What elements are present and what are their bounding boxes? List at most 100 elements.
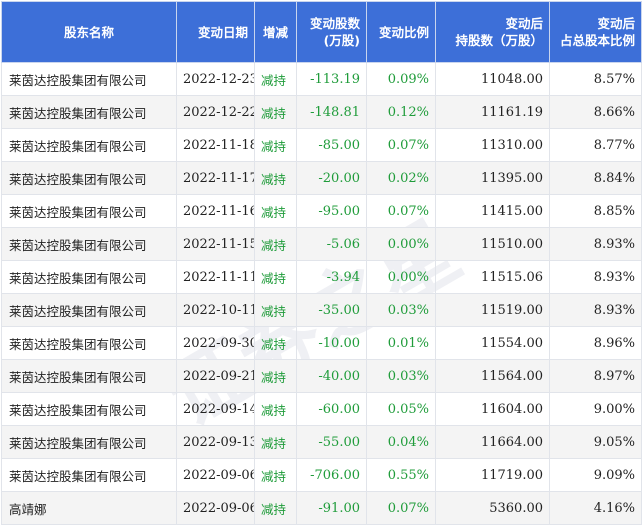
cell-ratio-after: 8.93% [549,260,642,294]
cell-change-shares: -113.19 [296,62,367,96]
cell-change-shares: -20.00 [296,161,367,195]
cell-change-date: 2022-09-30 [176,326,255,360]
cell-change-ratio: 0.12% [366,95,436,129]
cell-change-shares: -55.00 [296,425,367,459]
cell-shareholder-name: 莱茵达控股集团有限公司 [1,425,177,459]
cell-shares-after: 11415.00 [435,194,550,228]
cell-change-ratio: 0.03% [366,359,436,393]
cell-ratio-after: 8.93% [549,293,642,327]
table-row: 莱茵达控股集团有限公司 2022-09-06 减持 -706.00 0.55% 11719… [1,458,642,492]
cell-shares-after: 11664.00 [435,425,550,459]
cell-shareholder-name: 莱茵达控股集团有限公司 [1,227,177,261]
cell-change-ratio: 0.09% [366,62,436,96]
cell-change-date: 2022-12-23 [176,62,255,96]
cell-direction: 减持 [254,326,297,360]
cell-shares-after: 11310.00 [435,128,550,162]
cell-ratio-after: 8.85% [549,194,642,228]
cell-change-date: 2022-11-18 [176,128,255,162]
cell-shares-after: 11554.00 [435,326,550,360]
cell-shares-after: 11515.06 [435,260,550,294]
cell-ratio-after: 9.00% [549,392,642,426]
table-row: 莱茵达控股集团有限公司 2022-09-14 减持 -60.00 0.05% 11604.… [1,392,642,426]
table-row: 莱茵达控股集团有限公司 2022-09-30 减持 -10.00 0.01% 11554.… [1,326,642,360]
cell-direction: 减持 [254,161,297,195]
header-change-ratio: 变动比例 [366,1,436,63]
cell-change-date: 2022-09-06 [176,458,255,492]
cell-direction: 减持 [254,425,297,459]
cell-change-shares: -40.00 [296,359,367,393]
table-row: 莱茵达控股集团有限公司 2022-11-15 减持 -5.06 0.00% 11510.0… [1,227,642,261]
table-row: 莱茵达控股集团有限公司 2022-11-18 减持 -85.00 0.07% 11310.… [1,128,642,162]
cell-ratio-after: 9.09% [549,458,642,492]
cell-change-date: 2022-09-14 [176,392,255,426]
cell-direction: 减持 [254,359,297,393]
table-row: 莱茵达控股集团有限公司 2022-12-22 减持 -148.81 0.12% 11161… [1,95,642,129]
cell-change-shares: -5.06 [296,227,367,261]
cell-ratio-after: 8.84% [549,161,642,195]
cell-change-date: 2022-09-21 [176,359,255,393]
cell-change-shares: -706.00 [296,458,367,492]
cell-change-shares: -60.00 [296,392,367,426]
cell-shareholder-name: 莱茵达控股集团有限公司 [1,62,177,96]
cell-shareholder-name: 莱茵达控股集团有限公司 [1,458,177,492]
cell-shares-after: 11510.00 [435,227,550,261]
cell-shares-after: 11519.00 [435,293,550,327]
cell-direction: 减持 [254,95,297,129]
table-row: 莱茵达控股集团有限公司 2022-09-21 减持 -40.00 0.03% 11564.… [1,359,642,393]
table-row: 莱茵达控股集团有限公司 2022-11-17 减持 -20.00 0.02% 11395.… [1,161,642,195]
cell-change-ratio: 0.02% [366,161,436,195]
cell-direction: 减持 [254,458,297,492]
cell-shareholder-name: 莱茵达控股集团有限公司 [1,326,177,360]
cell-change-ratio: 0.07% [366,128,436,162]
cell-ratio-after: 8.77% [549,128,642,162]
cell-change-ratio: 0.03% [366,293,436,327]
cell-ratio-after: 8.66% [549,95,642,129]
cell-change-ratio: 0.00% [366,227,436,261]
cell-change-date: 2022-11-16 [176,194,255,228]
cell-change-ratio: 0.07% [366,491,436,525]
header-direction: 增减 [254,1,297,63]
cell-shareholder-name: 莱茵达控股集团有限公司 [1,293,177,327]
cell-direction: 减持 [254,194,297,228]
cell-change-ratio: 0.07% [366,194,436,228]
cell-change-date: 2022-11-11 [176,260,255,294]
cell-shares-after: 11719.00 [435,458,550,492]
cell-ratio-after: 8.93% [549,227,642,261]
cell-direction: 减持 [254,293,297,327]
cell-shares-after: 5360.00 [435,491,550,525]
cell-shareholder-name: 莱茵达控股集团有限公司 [1,128,177,162]
cell-shareholder-name: 莱茵达控股集团有限公司 [1,194,177,228]
cell-shareholder-name: 莱茵达控股集团有限公司 [1,392,177,426]
cell-change-shares: -91.00 [296,491,367,525]
cell-shares-after: 11161.19 [435,95,550,129]
cell-shareholder-name: 莱茵达控股集团有限公司 [1,359,177,393]
table-row: 莱茵达控股集团有限公司 2022-11-11 减持 -3.94 0.00% 11515.0… [1,260,642,294]
cell-change-date: 2022-12-22 [176,95,255,129]
cell-ratio-after: 8.57% [549,62,642,96]
table-row: 高靖娜 2022-09-06 减持 -91.00 0.07% 5360.00 4.16% [1,491,642,525]
cell-ratio-after: 4.16% [549,491,642,525]
cell-change-shares: -85.00 [296,128,367,162]
table-row: 莱茵达控股集团有限公司 2022-09-13 减持 -55.00 0.04% 11664.… [1,425,642,459]
cell-direction: 减持 [254,392,297,426]
table-row: 莱茵达控股集团有限公司 2022-12-23 减持 -113.19 0.09% 11048… [1,62,642,96]
cell-change-shares: -35.00 [296,293,367,327]
cell-change-shares: -3.94 [296,260,367,294]
cell-change-ratio: 0.55% [366,458,436,492]
cell-ratio-after: 8.97% [549,359,642,393]
table-header-row: 股东名称 变动日期 增减 变动股数 (万股) 变动比例 变动后 持股数（万股） … [1,1,642,63]
cell-ratio-after: 8.96% [549,326,642,360]
header-shares-after: 变动后 持股数（万股） [435,1,550,63]
cell-shareholder-name: 高靖娜 [1,491,177,525]
cell-change-date: 2022-11-17 [176,161,255,195]
cell-change-ratio: 0.04% [366,425,436,459]
cell-direction: 减持 [254,227,297,261]
cell-change-shares: -10.00 [296,326,367,360]
cell-ratio-after: 9.05% [549,425,642,459]
cell-change-shares: -148.81 [296,95,367,129]
table-row: 莱茵达控股集团有限公司 2022-11-16 减持 -95.00 0.07% 11415.… [1,194,642,228]
cell-shares-after: 11604.00 [435,392,550,426]
cell-change-date: 2022-11-15 [176,227,255,261]
cell-change-ratio: 0.01% [366,326,436,360]
cell-shareholder-name: 莱茵达控股集团有限公司 [1,95,177,129]
